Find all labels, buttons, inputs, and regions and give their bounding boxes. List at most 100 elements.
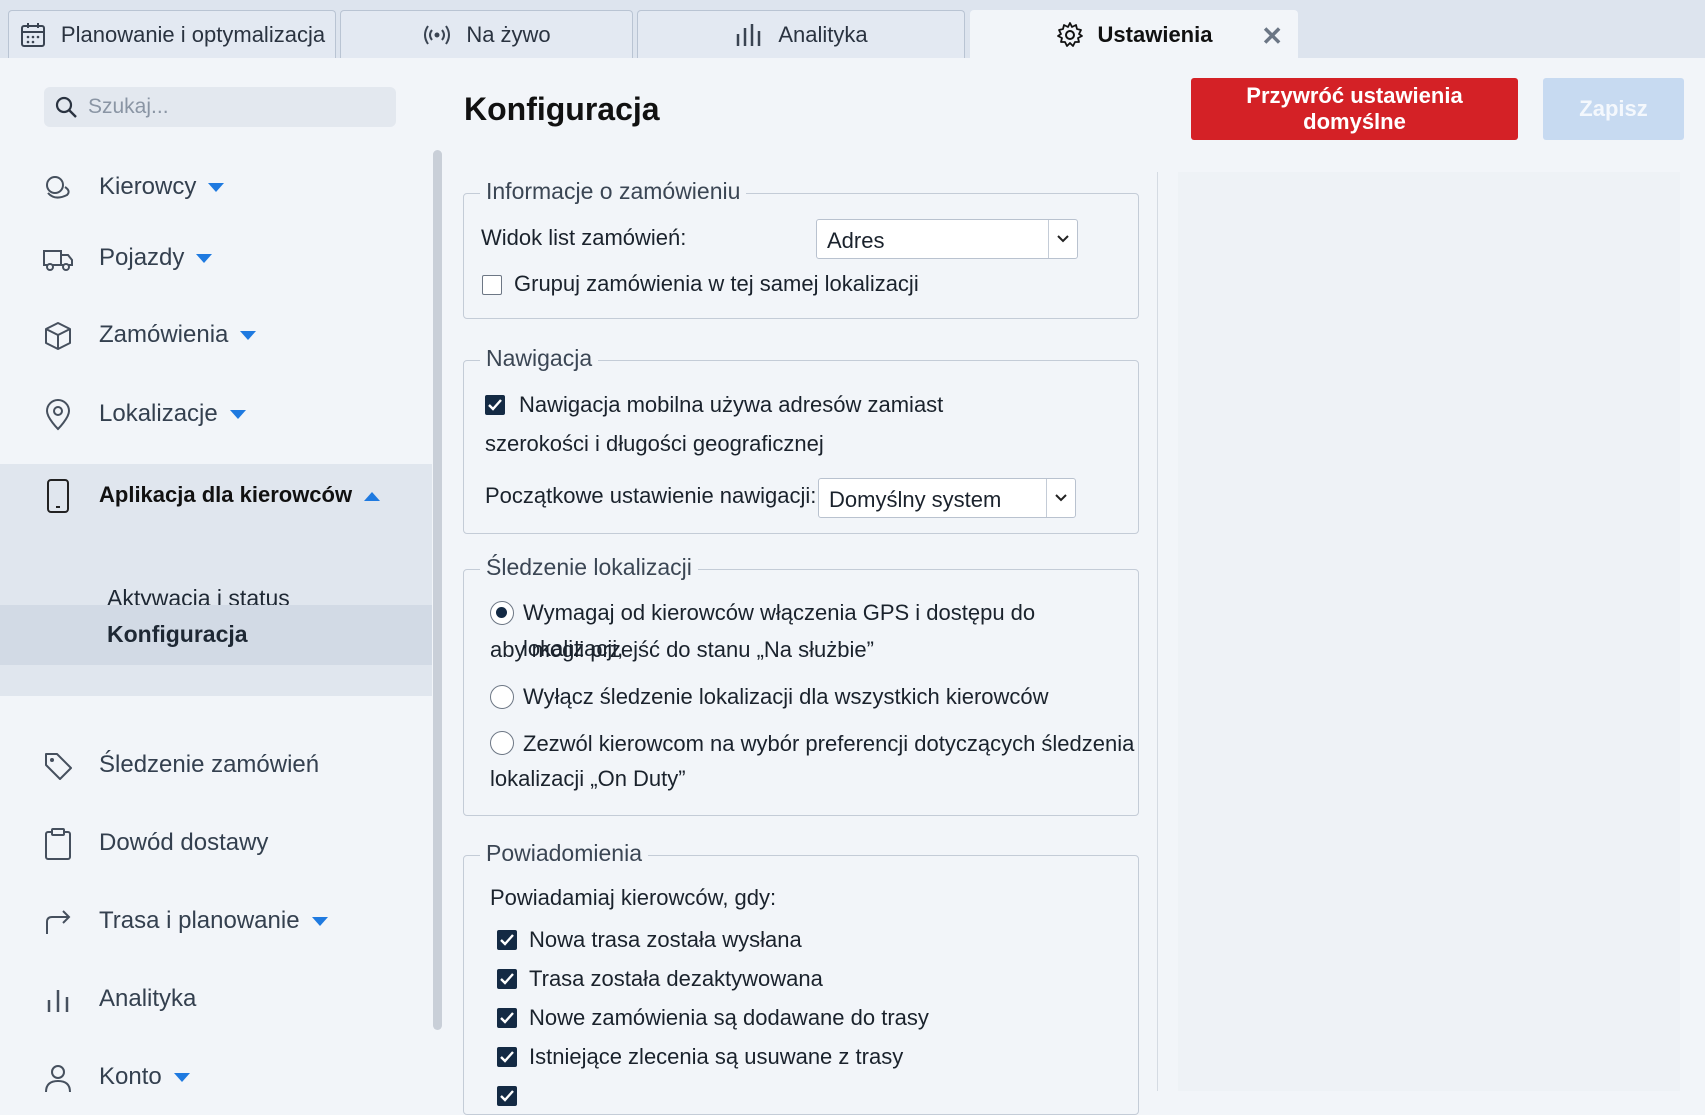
group-legend: Powiadomienia	[480, 840, 648, 867]
sidebar-scrollbar[interactable]	[433, 150, 442, 1030]
list-view-select[interactable]: Adres	[816, 219, 1078, 259]
notifications-intro: Powiadamiaj kierowców, gdy:	[490, 885, 777, 910]
broadcast-icon	[424, 24, 451, 45]
tab-analytics[interactable]: Analityka	[637, 10, 965, 58]
bar-chart-icon	[737, 23, 761, 46]
chevron-down-icon	[208, 183, 225, 193]
tab-live[interactable]: Na żywo	[340, 10, 633, 58]
tag-icon	[42, 750, 74, 782]
chevron-down-icon	[173, 1073, 190, 1083]
sidebar-item-analytics[interactable]: Analityka	[0, 971, 432, 1027]
sidebar-item-locations[interactable]: Lokalizacje	[0, 386, 432, 442]
chevron-down-icon	[1048, 220, 1077, 258]
navigation-group: Nawigacja Nawigacja mobilna używa adresó…	[463, 345, 1139, 534]
tracking-option-label-cont: aby mogli przejść do stanu „Na służbie”	[490, 637, 874, 662]
chevron-down-icon	[229, 410, 246, 420]
group-legend: Nawigacja	[480, 345, 599, 372]
search-box[interactable]	[44, 87, 396, 127]
chevron-down-icon	[1046, 479, 1075, 517]
sidebar-item-order-tracking[interactable]: Śledzenie zamówień	[0, 737, 432, 793]
drivers-icon	[42, 172, 74, 204]
select-value: Domyślny system	[829, 487, 1002, 512]
initial-navigation-label: Początkowe ustawienie nawigacji:	[485, 483, 817, 508]
notify-label: Nowa trasa została wysłana	[529, 927, 802, 952]
group-orders-checkbox[interactable]	[482, 275, 502, 295]
chevron-down-icon	[196, 254, 213, 264]
sidebar-item-label: Lokalizacje	[99, 400, 218, 427]
notify-new-route-checkbox[interactable]	[497, 930, 517, 950]
notify-route-deactivated-checkbox[interactable]	[497, 969, 517, 989]
tab-label: Planowanie i optymalizacja	[60, 21, 326, 47]
sidebar-subitem-label: Konfiguracja	[107, 621, 248, 647]
tracking-option-label-cont: lokalizacji „On Duty”	[490, 766, 686, 791]
sidebar-item-vehicles[interactable]: Pojazdy	[0, 230, 432, 286]
sidebar: Kierowcy Pojazdy Zamówienia Lokalizacje …	[0, 58, 432, 1093]
clipboard-icon	[42, 828, 74, 860]
tab-label: Na żywo	[466, 21, 551, 47]
chevron-down-icon	[311, 917, 328, 927]
search-icon	[55, 96, 77, 118]
package-icon	[42, 320, 74, 352]
sidebar-item-label: Dowód dostawy	[99, 829, 269, 856]
save-button[interactable]: Zapisz	[1543, 78, 1684, 140]
map-pin-icon	[42, 399, 74, 431]
chevron-down-icon	[240, 331, 257, 341]
sidebar-subitem-configuration[interactable]: Konfiguracja	[0, 605, 432, 665]
notify-orders-added-checkbox[interactable]	[497, 1008, 517, 1028]
tab-planning[interactable]: Planowanie i optymalizacja	[8, 10, 336, 58]
sidebar-item-proof-of-delivery[interactable]: Dowód dostawy	[0, 815, 432, 871]
sidebar-item-drivers[interactable]: Kierowcy	[0, 159, 432, 215]
sidebar-item-label: Kierowcy	[99, 173, 197, 200]
sidebar-item-label: Analityka	[99, 985, 197, 1012]
sidebar-item-account[interactable]: Konto	[0, 1049, 432, 1105]
select-value: Adres	[827, 228, 885, 253]
notify-label: Nowe zamówienia są dodawane do trasy	[529, 1005, 929, 1030]
tracking-option-require-gps-radio[interactable]	[490, 601, 514, 625]
close-tab-icon[interactable]: ✕	[1261, 21, 1283, 52]
panel-divider	[1157, 172, 1158, 1091]
location-tracking-group: Śledzenie lokalizacji Wymagaj od kierowc…	[463, 554, 1139, 816]
sidebar-item-label: Trasa i planowanie	[99, 907, 300, 934]
search-input[interactable]	[86, 94, 380, 120]
tracking-option-label: Zezwól kierowcom na wybór preferencji do…	[523, 731, 1135, 756]
initial-navigation-select[interactable]: Domyślny system	[818, 478, 1076, 518]
sidebar-item-label: Śledzenie zamówień	[99, 751, 320, 778]
restore-defaults-button[interactable]: Przywróć ustawienia domyślne	[1191, 78, 1518, 140]
tracking-option-driver-choice-radio[interactable]	[490, 731, 514, 755]
sidebar-item-driver-app[interactable]: Aplikacja dla kierowców	[0, 467, 432, 523]
user-icon	[42, 1062, 74, 1094]
notify-orders-removed-checkbox[interactable]	[497, 1047, 517, 1067]
page-title: Konfiguracja	[464, 91, 660, 127]
order-info-group: Informacje o zamówieniu Widok list zamów…	[463, 178, 1139, 319]
tracking-option-label: Wyłącz śledzenie lokalizacji dla wszystk…	[523, 684, 1049, 709]
sidebar-item-route-planning[interactable]: Trasa i planowanie	[0, 893, 432, 949]
tracking-option-disable-radio[interactable]	[490, 685, 514, 709]
notify-label: Trasa została dezaktywowana	[529, 966, 823, 991]
gear-icon	[1056, 21, 1083, 47]
sidebar-item-label: Pojazdy	[99, 244, 185, 271]
notify-label: Istniejące zlecenia są usuwane z trasy	[529, 1044, 904, 1069]
right-panel	[1178, 172, 1680, 1091]
tab-label: Ustawienia	[1097, 21, 1213, 47]
sidebar-item-label: Zamówienia	[99, 321, 229, 348]
phone-icon	[42, 479, 74, 513]
sidebar-item-label: Konto	[99, 1063, 162, 1090]
sidebar-item-label: Aplikacja dla kierowców	[99, 482, 353, 507]
use-address-checkbox[interactable]	[485, 395, 505, 415]
group-legend: Śledzenie lokalizacji	[480, 554, 698, 581]
group-orders-label: Grupuj zamówienia w tej samej lokalizacj…	[514, 271, 919, 296]
tab-settings[interactable]: Ustawienia ✕	[970, 10, 1298, 58]
use-address-label-cont: szerokości i długości geograficznej	[485, 431, 824, 456]
chevron-up-icon	[364, 491, 381, 501]
group-legend: Informacje o zamówieniu	[480, 178, 747, 205]
route-arrow-icon	[42, 906, 74, 938]
tab-label: Analityka	[778, 21, 868, 47]
sidebar-item-orders[interactable]: Zamówienia	[0, 307, 432, 363]
list-view-label: Widok list zamówień:	[481, 225, 687, 250]
bar-chart-icon	[42, 984, 74, 1016]
tab-bar: Planowanie i optymalizacja Na żywo Anali…	[0, 0, 1705, 58]
calendar-icon	[20, 22, 45, 47]
notify-more-checkbox[interactable]	[497, 1086, 517, 1106]
notifications-group: Powiadomienia Powiadamiaj kierowców, gdy…	[463, 840, 1139, 1115]
use-address-label: Nawigacja mobilna używa adresów zamiast	[519, 392, 944, 417]
